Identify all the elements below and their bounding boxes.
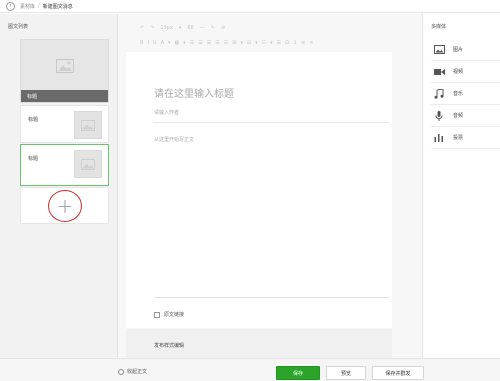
media-item-label: 图片 [453, 47, 464, 53]
collapse-body-toggle[interactable]: 收起正文 [118, 368, 147, 375]
undo-icon[interactable]: ↶ [140, 25, 144, 31]
remove-format-icon[interactable]: ✕ [309, 40, 313, 46]
article-list-title: 图文列表 [8, 24, 29, 30]
image-icon [433, 45, 445, 55]
editor-toolbar-row1: ↶ ↷ 15px ▾ 66 — ✎ ⊘ [140, 25, 225, 31]
background-color-icon[interactable]: ▦ [175, 40, 180, 46]
back-icon[interactable]: ‹ [6, 1, 15, 11]
media-panel-title: 多媒体 [431, 24, 447, 30]
breadcrumb-separator: / [38, 3, 40, 9]
collapse-label: 收起正文 [127, 369, 148, 375]
original-link-option[interactable]: 原文链接 [154, 311, 184, 318]
chevron-down-icon[interactable]: ▾ [270, 40, 273, 46]
media-item-label: 视频 [453, 69, 464, 75]
align-justify-icon[interactable]: ☰ [215, 40, 219, 46]
chevron-down-icon[interactable]: ▾ [168, 40, 171, 46]
media-item-music[interactable]: 音乐 [431, 83, 500, 105]
editor-area: ↶ ↷ 15px ▾ 66 — ✎ ⊘ B I U A ▾ ▦ ▾ ☰ ☰ ☰ … [118, 14, 422, 358]
body-editor[interactable]: 从这里开始写正文 [154, 136, 194, 143]
indent-icon[interactable]: ☰ [224, 40, 228, 46]
redo-icon[interactable]: ↷ [150, 25, 154, 31]
line-height-icon[interactable]: ☰ [277, 40, 281, 46]
media-item-label: 投票 [453, 135, 464, 141]
video-icon [433, 67, 445, 77]
bold-icon[interactable]: B [140, 40, 143, 46]
list-icon[interactable]: ≡ [301, 40, 305, 46]
music-icon [433, 88, 445, 99]
font-color-icon[interactable]: A [161, 40, 164, 46]
bottom-action-bar: 收起正文 保存 预览 保存并群发 [0, 358, 500, 381]
align-right-icon[interactable]: ☰ [207, 40, 211, 46]
media-list: 图片 视频 音乐 音频 投票 [431, 39, 500, 149]
editor-paper: 请在这里输入标题 请输入作者 从这里开始写正文 [126, 52, 392, 328]
original-link-label: 原文链接 [164, 312, 185, 318]
title-input[interactable]: 请在这里输入标题 [154, 85, 234, 100]
unordered-list-icon[interactable]: ☷ [262, 40, 266, 46]
article-list-item-selected[interactable]: 标题 [20, 144, 109, 186]
plus-icon[interactable]: + [48, 190, 82, 222]
image-placeholder-icon [56, 58, 74, 77]
divider [154, 122, 389, 123]
media-item-label: 音频 [453, 113, 464, 119]
media-item-image[interactable]: 图片 [431, 39, 500, 61]
image-placeholder-icon [74, 150, 102, 178]
table-icon[interactable]: ⊞ [232, 40, 236, 46]
media-item-vote[interactable]: 投票 [431, 127, 500, 149]
quote-icon[interactable]: 66 [187, 25, 193, 31]
original-link-checkbox[interactable] [154, 311, 160, 318]
brush-icon[interactable]: ✎ [211, 25, 215, 31]
author-input[interactable]: 请输入作者 [154, 109, 179, 116]
align-center-icon[interactable]: ☰ [198, 40, 202, 46]
style-edit-section: 发布样式编辑 [126, 329, 392, 358]
breadcrumb-current: 新建图文消息 [42, 3, 73, 10]
mic-icon [433, 110, 445, 121]
style-edit-label: 发布样式编辑 [154, 343, 185, 349]
align-left-icon[interactable]: ☰ [190, 40, 194, 46]
chevron-down-icon[interactable]: ▾ [255, 40, 258, 46]
preview-button[interactable]: 预览 [326, 366, 366, 380]
add-article-box[interactable]: + [20, 187, 109, 224]
media-panel: 多媒体 图片 视频 音乐 音频 投票 [422, 14, 500, 358]
main-article-title: 标题 [21, 90, 108, 102]
media-item-video[interactable]: 视频 [431, 61, 500, 83]
app-root: ‹ 素材库 / 新建图文消息 图文列表 标题 标题 标题 + ↶ ↷ 15px … [0, 0, 500, 381]
article-list-item[interactable]: 标题 [20, 105, 109, 143]
main-article-card[interactable]: 标题 [20, 39, 109, 103]
special-char-icon[interactable]: Ω [285, 40, 289, 46]
ordered-list-icon[interactable]: ⊟ [247, 40, 251, 46]
article-item-title: 标题 [28, 156, 39, 162]
save-and-send-button[interactable]: 保存并群发 [372, 366, 424, 380]
chevron-down-icon[interactable]: ▾ [179, 25, 182, 31]
italic-icon[interactable]: I [147, 40, 148, 46]
article-item-title: 标题 [28, 117, 39, 123]
image-placeholder-icon [74, 111, 102, 139]
underline-icon[interactable]: U [153, 40, 157, 46]
media-item-label: 音乐 [453, 91, 464, 97]
chevron-down-icon[interactable]: ▾ [183, 40, 186, 46]
top-breadcrumb-bar: ‹ 素材库 / 新建图文消息 [0, 0, 500, 13]
article-list-panel: 图文列表 标题 标题 标题 + [0, 14, 118, 358]
editor-toolbar-row2: B I U A ▾ ▦ ▾ ☰ ☰ ☰ ☰ ☰ ⊞ ▾ ⊟ ▾ ☷ ▾ ☰ Ω … [140, 40, 314, 46]
clear-format-icon[interactable]: ⊘ [221, 25, 225, 31]
chart-icon [433, 133, 445, 143]
divider-icon[interactable]: — [200, 25, 205, 31]
breadcrumb-link[interactable]: 素材库 [20, 3, 35, 10]
save-button[interactable]: 保存 [276, 366, 320, 380]
collapse-circle-icon [118, 368, 124, 375]
divider [154, 297, 389, 298]
spacing-icon[interactable]: ↕ [293, 40, 297, 46]
chevron-down-icon[interactable]: ▾ [240, 40, 243, 46]
media-item-audio[interactable]: 音频 [431, 105, 500, 127]
font-size-select[interactable]: 15px [160, 25, 173, 31]
